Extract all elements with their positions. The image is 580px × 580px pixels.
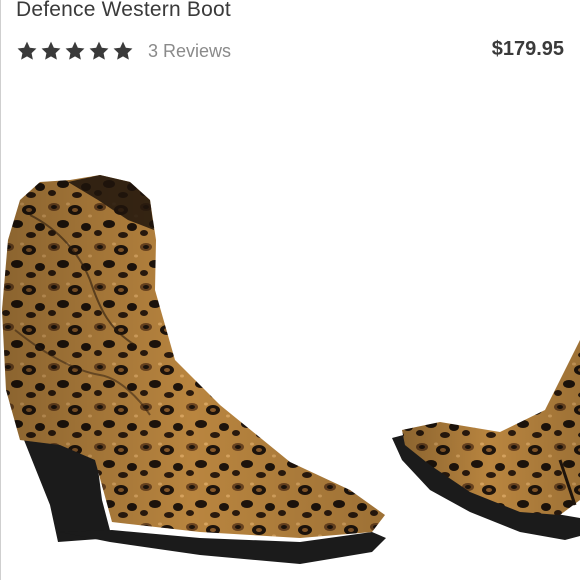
star-icon xyxy=(112,40,134,62)
rating-row[interactable]: 3 Reviews xyxy=(16,38,231,64)
star-rating xyxy=(16,40,134,62)
star-icon xyxy=(40,40,62,62)
boot-main xyxy=(2,175,386,564)
boot-secondary xyxy=(392,340,580,540)
star-icon xyxy=(88,40,110,62)
star-icon xyxy=(16,40,38,62)
product-title: Defence Western Boot xyxy=(16,0,231,21)
reviews-link[interactable]: 3 Reviews xyxy=(148,41,231,62)
star-icon xyxy=(64,40,86,62)
product-image[interactable] xyxy=(0,160,580,580)
product-price: $179.95 xyxy=(491,38,564,60)
